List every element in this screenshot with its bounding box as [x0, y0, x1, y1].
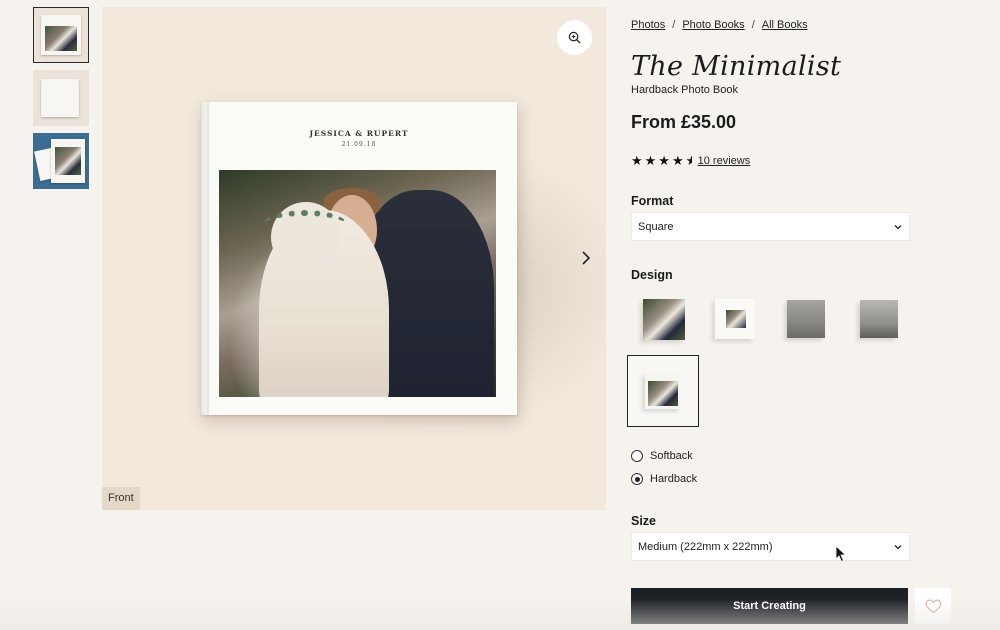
product-price: From £35.00 — [631, 112, 737, 132]
view-label: Front — [102, 487, 140, 510]
mouse-cursor-icon — [835, 545, 847, 563]
design-option-minimal-white[interactable] — [700, 285, 770, 355]
thumbnail-list — [33, 7, 89, 196]
binding-softback-option[interactable]: Softback — [631, 450, 693, 462]
size-label: Size — [631, 514, 657, 528]
wishlist-button[interactable] — [915, 588, 951, 624]
binding-hardback-option[interactable]: Hardback — [631, 473, 697, 485]
breadcrumb: Photos / Photo Books / All Books — [631, 19, 808, 31]
design-thumb-image — [860, 300, 898, 338]
design-option-grey-landscape[interactable] — [772, 285, 842, 355]
breadcrumb-separator: / — [672, 19, 676, 31]
softback-label: Softback — [650, 450, 693, 462]
photo-book-cover: JESSICA & RUPERT 21.09.18 — [201, 102, 517, 415]
breadcrumb-separator: / — [751, 19, 755, 31]
heart-icon — [925, 598, 941, 613]
thumbnail-spread-photo — [55, 147, 81, 175]
photo-flower-crown — [263, 210, 347, 240]
star-rating-icon: ★★★★ — [631, 153, 686, 168]
format-label: Format — [631, 194, 674, 208]
design-thumb-image — [643, 299, 685, 340]
breadcrumb-photos[interactable]: Photos — [631, 19, 665, 31]
hardback-label: Hardback — [650, 473, 698, 485]
thumbnail-photo — [45, 26, 77, 51]
thumbnail-blank-book — [41, 79, 79, 117]
chevron-down-icon — [894, 225, 902, 230]
half-star-icon: ★ — [685, 153, 692, 168]
chevron-down-icon — [894, 545, 902, 550]
breadcrumb-all-books[interactable]: All Books — [762, 19, 808, 31]
format-select-value: Square — [638, 220, 674, 233]
front-thumbnail[interactable] — [33, 7, 89, 63]
reviews-link[interactable]: 10 reviews — [698, 155, 751, 167]
size-select-value: Medium (222mm x 222mm) — [638, 540, 773, 553]
book-spine — [207, 102, 209, 415]
format-select[interactable]: Square — [631, 212, 910, 241]
cover-date: 21.09.18 — [341, 141, 377, 148]
design-label: Design — [631, 268, 673, 282]
design-option-grey-bridge[interactable] — [844, 285, 914, 355]
size-select[interactable]: Medium (222mm x 222mm) — [631, 532, 910, 561]
product-title: The Minimalist — [631, 51, 842, 82]
cover-title: JESSICA & RUPERT — [309, 129, 409, 138]
cover-photo — [219, 170, 496, 397]
next-image-button[interactable] — [576, 248, 596, 268]
breadcrumb-photo-books[interactable]: Photo Books — [682, 19, 744, 31]
design-thumb-photo — [648, 381, 678, 406]
chevron-right-icon — [582, 251, 591, 265]
product-rating: ★★★★ ★ 10 reviews — [631, 153, 750, 169]
design-thumb-photo — [726, 310, 746, 328]
product-image-stage: JESSICA & RUPERT 21.09.18 Front — [102, 7, 606, 510]
zoom-button[interactable] — [557, 20, 592, 55]
spread-thumbnail[interactable] — [33, 133, 89, 189]
blank-page-thumbnail[interactable] — [33, 70, 89, 126]
hardback-radio[interactable] — [631, 473, 643, 485]
softback-radio[interactable] — [631, 450, 643, 462]
start-creating-button[interactable]: Start Creating — [631, 588, 908, 624]
design-option-framed-photo[interactable] — [627, 355, 699, 427]
design-thumb-image — [787, 300, 825, 338]
zoom-in-icon — [568, 31, 581, 44]
product-subtitle: Hardback Photo Book — [631, 84, 739, 96]
design-option-photo-cover[interactable] — [628, 285, 698, 355]
